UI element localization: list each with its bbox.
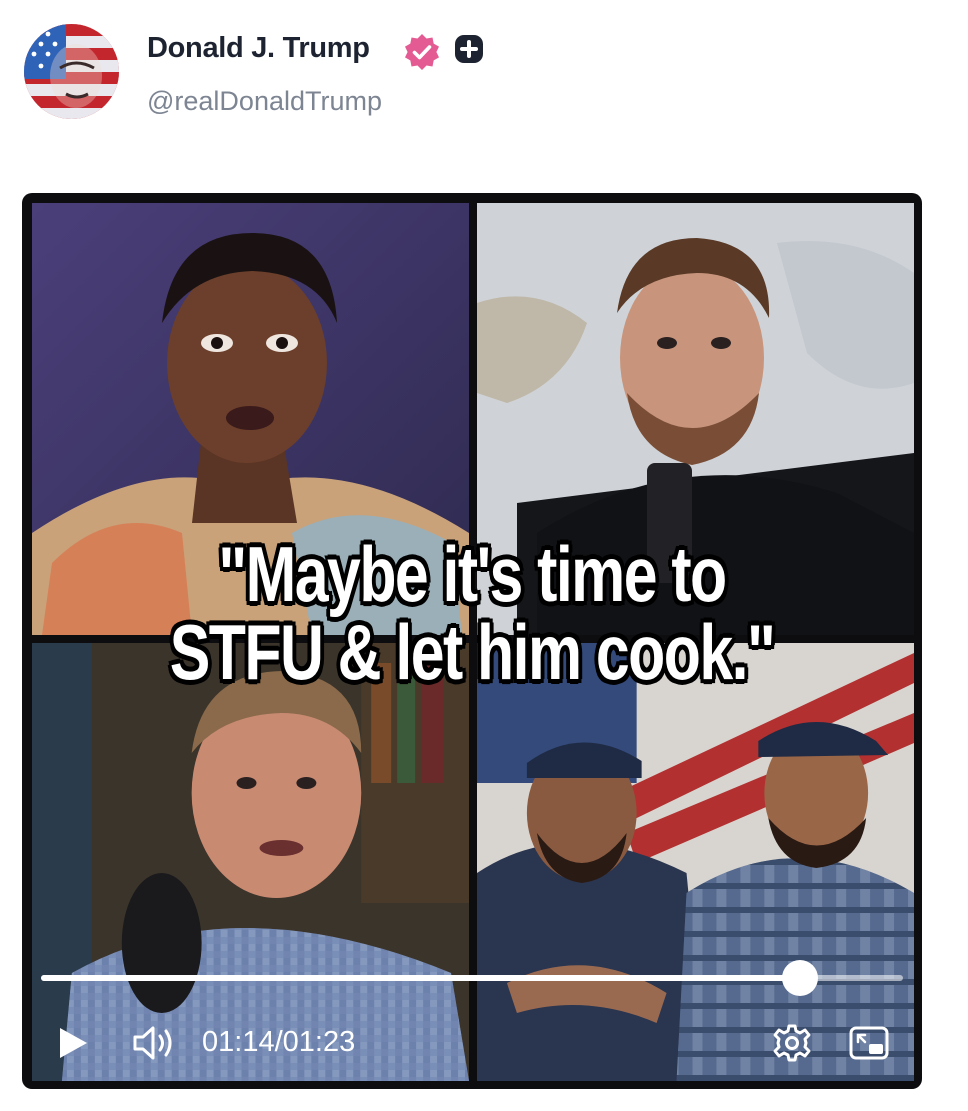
author-name[interactable]: Donald J. Trump	[147, 32, 370, 65]
author-handle[interactable]: @realDonaldTrump	[147, 86, 382, 117]
video-caption: "Maybe it's time to STFU & let him cook.…	[121, 535, 823, 691]
time-separator: /	[274, 1026, 283, 1058]
caption-line-2: STFU & let him cook."	[169, 608, 776, 696]
play-icon[interactable]	[54, 1025, 90, 1061]
video-player[interactable]: "Maybe it's time to STFU & let him cook.…	[22, 193, 922, 1089]
picture-in-picture-icon[interactable]	[848, 1024, 890, 1062]
gear-icon[interactable]	[772, 1023, 812, 1063]
current-time: 01:14	[202, 1026, 275, 1058]
progress-fill	[41, 975, 800, 981]
playback-time: 01:14/01:23	[202, 1026, 355, 1059]
volume-icon[interactable]	[132, 1023, 178, 1063]
progress-thumb[interactable]	[781, 960, 818, 996]
plus-badge-icon	[455, 35, 483, 63]
avatar[interactable]	[24, 24, 119, 119]
video-controls: 01:14/01:23	[22, 1013, 922, 1073]
duration: 01:23	[282, 1026, 356, 1058]
progress-bar[interactable]	[41, 960, 903, 996]
post-header: Donald J. Trump @realDonaldTrump	[24, 24, 924, 124]
verified-badge-icon	[405, 34, 439, 70]
caption-line-1: "Maybe it's time to	[218, 530, 727, 618]
